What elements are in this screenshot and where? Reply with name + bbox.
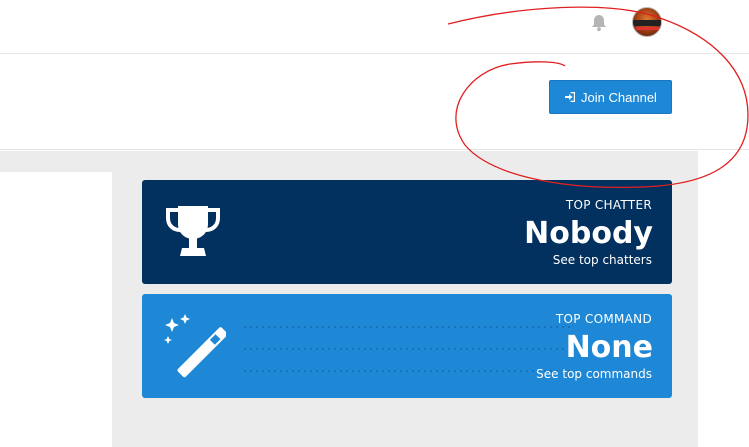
see-top-chatters-link[interactable]: See top chatters — [553, 253, 652, 267]
join-channel-label: Join Channel — [581, 89, 657, 105]
magic-wand-icon — [160, 312, 228, 378]
top-command-label: TOP COMMAND — [555, 312, 652, 326]
left-panel — [0, 172, 112, 447]
top-chatter-label: TOP CHATTER — [565, 198, 652, 212]
trophy-icon — [160, 198, 226, 264]
see-top-commands-link[interactable]: See top commands — [536, 367, 652, 381]
right-margin — [698, 151, 749, 447]
bell-icon[interactable] — [589, 13, 609, 33]
user-avatar[interactable] — [632, 7, 662, 37]
card-pattern — [242, 316, 572, 388]
top-chatter-card: TOP CHATTER Nobody See top chatters — [142, 180, 672, 284]
top-navbar — [0, 0, 749, 54]
top-command-value: None — [565, 330, 653, 365]
top-chatter-value: Nobody — [524, 216, 653, 251]
join-channel-button[interactable]: Join Channel — [549, 80, 672, 114]
sign-in-icon — [565, 92, 576, 102]
top-command-card: TOP COMMAND None See top commands — [142, 294, 672, 398]
